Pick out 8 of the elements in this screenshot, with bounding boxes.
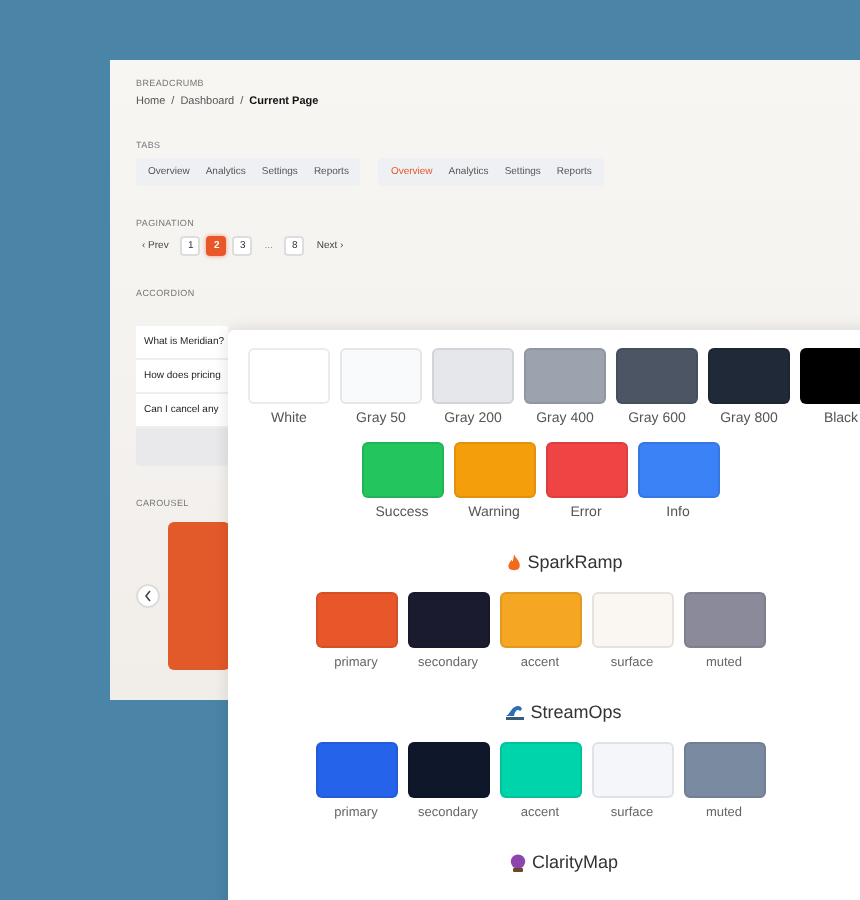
wave-icon [506,704,525,720]
theme-name: StreamOps [530,702,622,722]
theme-name: ClarityMap [531,852,618,872]
orb-icon [509,853,526,871]
chevron-left-icon [144,590,152,602]
flame-icon [505,553,522,571]
theme-name: SparkRamp [527,552,623,572]
chevron-left-button[interactable] [136,584,160,608]
